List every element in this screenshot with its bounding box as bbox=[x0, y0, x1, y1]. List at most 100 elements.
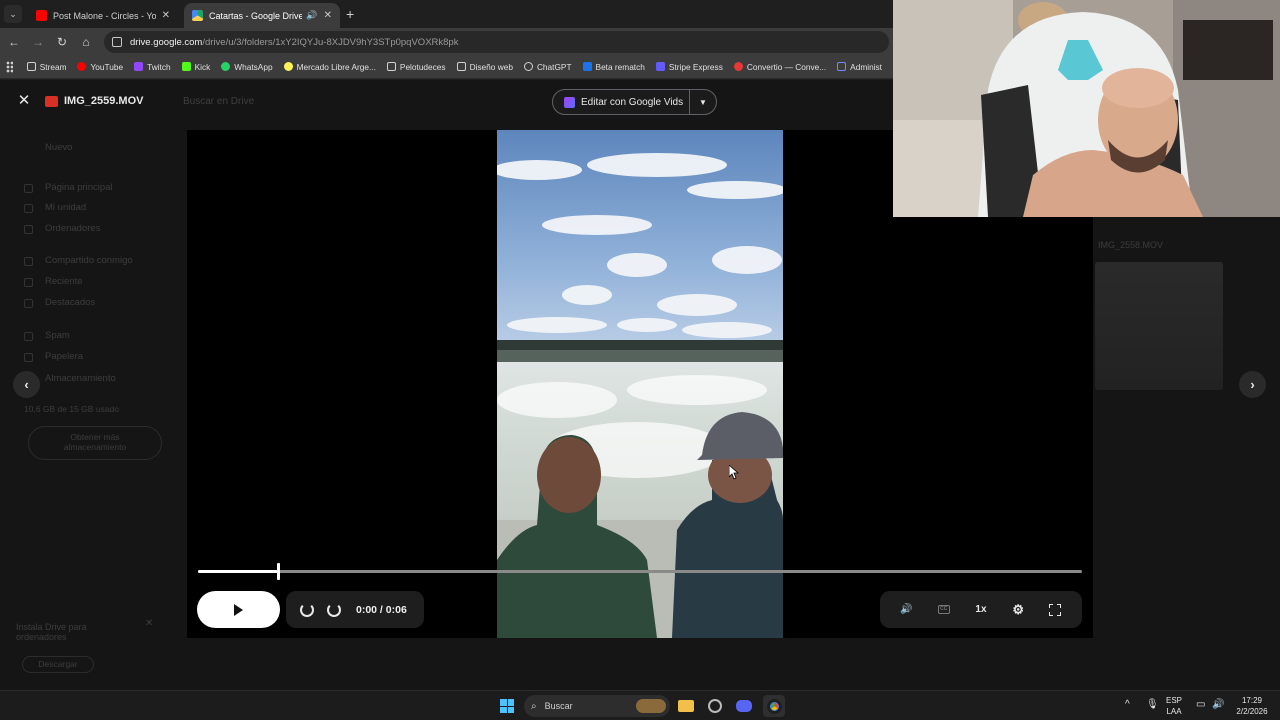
clock-time: 17:29 bbox=[1241, 696, 1263, 705]
document-icon bbox=[582, 62, 592, 71]
forward-arrow-icon[interactable]: → bbox=[26, 35, 50, 49]
new-tab-button[interactable]: + bbox=[346, 6, 354, 22]
promo-close-icon[interactable]: ✕ bbox=[145, 618, 153, 629]
discord-icon[interactable] bbox=[733, 695, 755, 717]
back-arrow-icon[interactable]: ← bbox=[2, 35, 26, 49]
progress-fill bbox=[198, 570, 278, 573]
caret-down-icon[interactable]: ▼ bbox=[690, 98, 716, 107]
shared-icon bbox=[24, 257, 33, 266]
bookmark-convertio[interactable]: Convertio — Conve... bbox=[733, 61, 827, 72]
reload-icon[interactable]: ↻ bbox=[50, 35, 74, 49]
microphone-icon[interactable]: 🎙 bbox=[1146, 699, 1159, 710]
sidebar-item-trash[interactable]: Papelera bbox=[45, 351, 83, 362]
bookmark-youtube[interactable]: YouTube bbox=[77, 62, 123, 72]
bookmark-stripe[interactable]: Stripe Express bbox=[655, 62, 723, 72]
apps-grid-icon[interactable] bbox=[6, 60, 13, 73]
search-icon: ⌕ bbox=[531, 700, 537, 712]
progress-bar[interactable] bbox=[198, 563, 1082, 580]
time-display: 0:00 / 0:06 bbox=[356, 603, 407, 616]
site-info-icon[interactable] bbox=[112, 37, 122, 47]
video-frame-image bbox=[497, 130, 783, 638]
tab-drive[interactable]: Catartas - Google Drive 🔊 ✕ bbox=[184, 3, 340, 28]
tab-title: Post Malone - Circles - YouTube bbox=[53, 10, 156, 21]
rewind-10-icon[interactable] bbox=[300, 602, 314, 617]
previous-file-button[interactable]: ‹ bbox=[13, 371, 40, 398]
address-bar[interactable]: drive.google.com/drive/u/3/folders/1xY2I… bbox=[104, 31, 889, 53]
bookmark-label: Mercado Libre Arge... bbox=[296, 61, 376, 72]
next-file-button[interactable]: › bbox=[1239, 371, 1266, 398]
file-explorer-icon[interactable] bbox=[675, 695, 697, 717]
url-host: drive.google.com bbox=[130, 36, 203, 48]
new-button[interactable]: Nuevo bbox=[45, 142, 72, 153]
tab-close-icon[interactable]: ✕ bbox=[324, 10, 332, 21]
sidebar-item-starred[interactable]: Destacados bbox=[45, 297, 95, 308]
volume-icon[interactable]: 🔊 bbox=[1212, 699, 1224, 710]
bookmark-label: Convertio — Conve... bbox=[746, 61, 827, 72]
clock[interactable]: 17:29 2/2/2026 bbox=[1232, 695, 1272, 717]
sidebar-item-spam[interactable]: Spam bbox=[45, 330, 70, 341]
edit-with-vids-button[interactable]: Editar con Google Vids ▼ bbox=[552, 89, 717, 115]
play-button[interactable] bbox=[197, 591, 280, 628]
sidebar-item-storage[interactable]: Almacenamiento bbox=[45, 373, 116, 384]
chatgpt-icon bbox=[523, 62, 533, 71]
progress-handle[interactable] bbox=[276, 563, 280, 580]
language-indicator[interactable]: ESP LAA bbox=[1166, 695, 1182, 717]
clock-icon bbox=[24, 278, 33, 287]
network-icon[interactable]: ▭ bbox=[1196, 699, 1205, 710]
kick-icon bbox=[181, 62, 191, 71]
promo-text: Instala Drive para ordenadores bbox=[16, 622, 87, 642]
speaker-icon[interactable]: 🔊 bbox=[306, 10, 317, 21]
sidebar-item-shared[interactable]: Compartido conmigo bbox=[45, 255, 133, 266]
captions-icon[interactable]: CC bbox=[933, 599, 955, 621]
speed-button[interactable]: 1x bbox=[970, 599, 992, 621]
bookmark-beta-rematch[interactable]: Beta rematch bbox=[582, 62, 645, 72]
browser-toolbar: ← → ↻ ⌂ drive.google.com/drive/u/3/folde… bbox=[0, 28, 893, 55]
bookmark-label: YouTube bbox=[90, 61, 124, 72]
bookmark-stream[interactable]: Stream bbox=[26, 62, 66, 72]
file-thumbnail[interactable] bbox=[1095, 262, 1223, 390]
whatsapp-icon bbox=[221, 62, 231, 71]
gear-icon[interactable]: ⚙ bbox=[1007, 599, 1029, 621]
app-icon[interactable] bbox=[704, 695, 726, 717]
bookmark-twitch[interactable]: Twitch bbox=[134, 62, 171, 72]
video-frame[interactable] bbox=[497, 130, 783, 638]
volume-icon[interactable]: 🔊 bbox=[896, 599, 918, 621]
bookmark-mercadolibre[interactable]: Mercado Libre Arge... bbox=[283, 61, 376, 72]
search-input[interactable]: Buscar en Drive bbox=[183, 96, 254, 107]
bookmark-pelotudeces[interactable]: Pelotudeces bbox=[386, 62, 446, 72]
close-icon[interactable]: ✕ bbox=[16, 93, 32, 109]
sidebar-item-computers[interactable]: Ordenadores bbox=[45, 223, 100, 234]
chrome-icon[interactable] bbox=[763, 695, 785, 717]
tab-close-icon[interactable]: ✕ bbox=[162, 10, 170, 21]
fullscreen-icon[interactable] bbox=[1044, 599, 1066, 621]
folder-icon bbox=[456, 62, 466, 71]
meta-icon bbox=[837, 62, 847, 71]
get-storage-button[interactable]: Obtener más almacenamiento bbox=[28, 426, 162, 460]
webcam-image bbox=[893, 0, 1280, 217]
sidebar-item-my-drive[interactable]: Mi unidad bbox=[45, 202, 86, 213]
home-icon[interactable]: ⌂ bbox=[74, 35, 98, 49]
bookmark-admin[interactable]: Administ bbox=[837, 62, 882, 72]
tab-search-button[interactable]: ⌄ bbox=[4, 5, 22, 23]
stripe-icon bbox=[655, 62, 665, 71]
taskbar: ⌕ Buscar ^ 🎙 ESP LAA ▭ 🔊 17:29 2/2/2026 bbox=[0, 690, 1280, 720]
language-line-2: LAA bbox=[1166, 707, 1182, 716]
youtube-icon bbox=[77, 62, 87, 71]
bookmark-kick[interactable]: Kick bbox=[181, 62, 210, 72]
bookmark-diseno-web[interactable]: Diseño web bbox=[456, 62, 513, 72]
download-button[interactable]: Descargar bbox=[22, 656, 94, 673]
windows-start-icon[interactable] bbox=[496, 695, 518, 717]
forward-10-icon[interactable] bbox=[327, 602, 341, 617]
bookmark-whatsapp[interactable]: WhatsApp bbox=[221, 62, 273, 72]
sidebar-item-recent[interactable]: Reciente bbox=[45, 276, 83, 287]
taskbar-search[interactable]: ⌕ Buscar bbox=[524, 695, 670, 717]
chevron-up-icon[interactable]: ^ bbox=[1125, 699, 1130, 710]
tab-youtube[interactable]: Post Malone - Circles - YouTube ✕ bbox=[28, 3, 178, 28]
mouse-cursor-icon bbox=[729, 465, 739, 480]
bookmark-label: Administ bbox=[850, 61, 882, 72]
bookmark-chatgpt[interactable]: ChatGPT bbox=[523, 62, 572, 72]
twitch-icon bbox=[134, 62, 144, 71]
computer-icon bbox=[24, 225, 33, 234]
folder-icon bbox=[386, 62, 396, 71]
sidebar-item-home[interactable]: Página principal bbox=[45, 182, 113, 193]
